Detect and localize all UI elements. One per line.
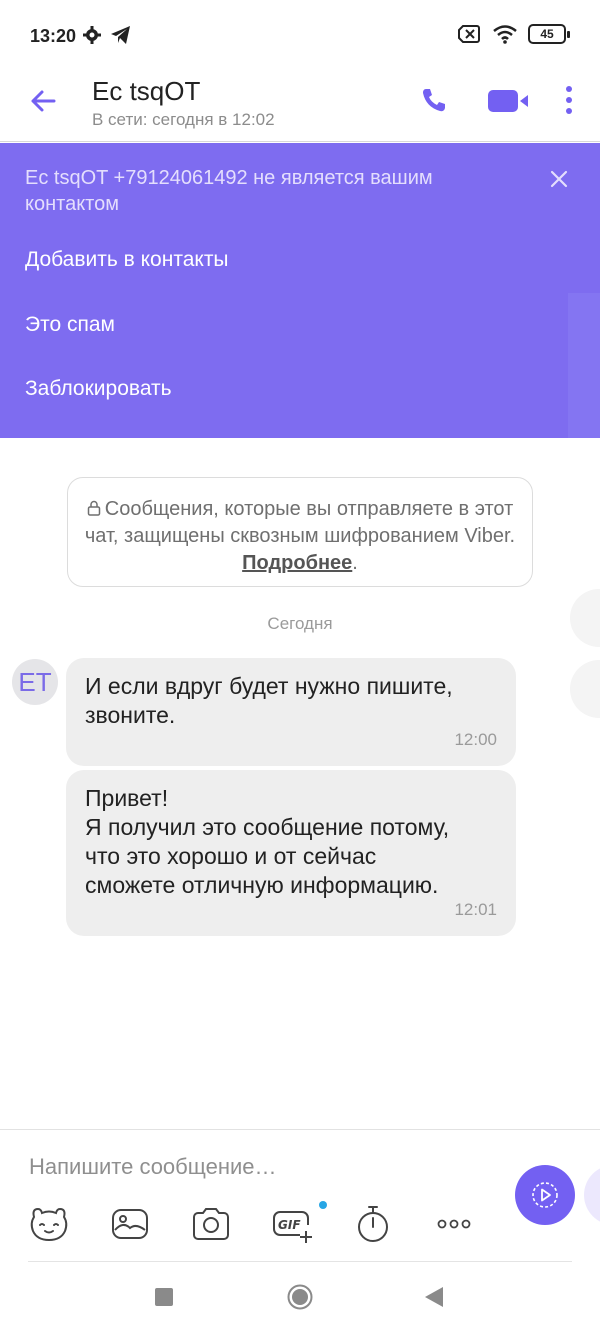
message-input[interactable]: Напишите сообщение… <box>29 1154 277 1180</box>
learn-more-link[interactable]: Подробнее <box>242 552 352 574</box>
message-line: И если вдруг будет нужно пишите, <box>85 673 453 699</box>
no-sim-icon <box>458 25 480 43</box>
send-button[interactable] <box>515 1165 575 1225</box>
side-shadow <box>570 589 600 647</box>
svg-text:GIF: GIF <box>278 1218 301 1232</box>
back-arrow-icon[interactable] <box>26 84 60 118</box>
contact-name[interactable]: Ec tsqOT <box>92 76 200 107</box>
home-button[interactable] <box>287 1284 313 1310</box>
message-time: 12:01 <box>454 900 497 919</box>
block-button[interactable]: Заблокировать <box>25 377 172 401</box>
report-spam-button[interactable]: Это спам <box>25 313 115 337</box>
avatar[interactable]: ET <box>12 659 58 705</box>
camera-icon[interactable] <box>190 1203 232 1245</box>
banner-message: Ec tsqOT +79124061492 не является вашим … <box>25 167 433 215</box>
encryption-notice: Сообщения, которые вы отправляете в этот… <box>67 477 533 587</box>
nav-back-button[interactable] <box>424 1286 444 1308</box>
side-shadow <box>570 660 600 718</box>
add-to-contacts-button[interactable]: Добавить в контакты <box>25 248 229 272</box>
message-line: Привет! <box>85 785 169 811</box>
message-bubble[interactable]: И если вдруг будет нужно пишите, звоните… <box>66 658 516 766</box>
message-line: Я получил это сообщение потому, <box>85 814 450 840</box>
wifi-icon <box>493 25 517 44</box>
unknown-contact-banner: Ec tsqOT +79124061492 не является вашим … <box>0 143 600 438</box>
phone-call-icon[interactable] <box>420 86 448 114</box>
online-status: В сети: сегодня в 12:02 <box>92 110 275 129</box>
message-time: 12:00 <box>454 730 497 749</box>
telegram-icon <box>111 26 130 44</box>
lock-icon <box>87 500 100 516</box>
video-call-icon[interactable] <box>487 87 529 115</box>
message-bubble[interactable]: Привет! Я получил это сообщение потому, … <box>66 770 516 936</box>
gallery-icon[interactable] <box>109 1203 151 1245</box>
recent-apps-button[interactable] <box>155 1288 173 1306</box>
close-icon[interactable] <box>547 167 571 191</box>
settings-icon <box>83 26 101 44</box>
more-vertical-icon[interactable] <box>562 84 576 116</box>
timer-icon[interactable] <box>352 1203 394 1245</box>
notice-tail: . <box>352 552 358 574</box>
date-separator: Сегодня <box>267 614 333 633</box>
gif-icon[interactable]: GIF <box>270 1203 312 1245</box>
more-horizontal-icon[interactable] <box>433 1203 475 1245</box>
message-line: звоните. <box>85 702 176 728</box>
sticker-icon[interactable] <box>28 1203 70 1245</box>
battery-icon: 45 <box>528 24 570 44</box>
status-bar: 13:20 45 <box>0 0 600 70</box>
message-line: сможете отличную информацию. <box>85 872 439 898</box>
status-time: 13:20 <box>30 26 77 46</box>
new-indicator <box>319 1201 327 1209</box>
send-icon <box>532 1182 558 1208</box>
message-line: что это хорошо и от сейчас <box>85 843 377 869</box>
notice-text: Сообщения, которые вы отправляете в этот… <box>84 498 516 547</box>
chat-header: Ec tsqOT В сети: сегодня в 12:02 <box>0 70 600 142</box>
